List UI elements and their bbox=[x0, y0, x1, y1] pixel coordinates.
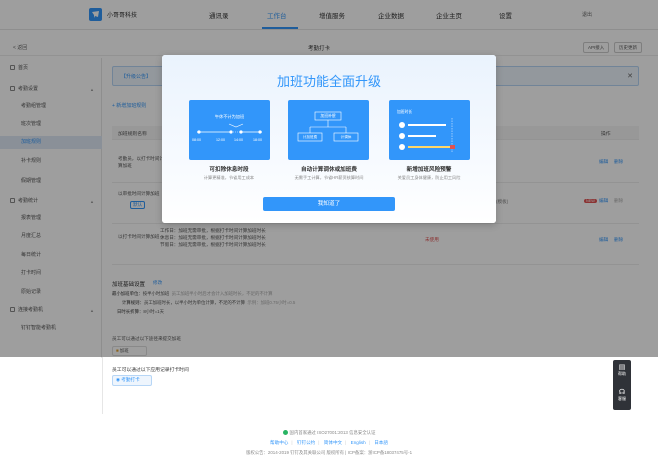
modal-title: 加班功能全面升级 bbox=[276, 74, 381, 89]
branch-label: 计加班费 bbox=[302, 135, 318, 139]
feature-desc: 计算更精准，节省用工成本 bbox=[203, 175, 255, 180]
punch-apps-note: 员工可以通过以下应用记录打卡时间 bbox=[112, 368, 189, 373]
footer-link-ja[interactable]: 日本語 bbox=[374, 440, 388, 445]
feature-title: 新增加班风险预警 bbox=[406, 167, 452, 173]
copyright: 版权公告：2014-2019 钉钉及其关联公司 版权所有 | ICP备案：浙IC… bbox=[245, 450, 413, 455]
feature-desc: 关爱员工身体健康，防止用工风险 bbox=[397, 175, 461, 180]
upgrade-modal: 加班功能全面升级 午休不计为加班 08:00 12:00 14:00 18:00 bbox=[162, 55, 496, 223]
shield-icon bbox=[282, 430, 288, 436]
feature-desc: 无需手工计算，节省HR薪资核算时间 bbox=[294, 175, 364, 180]
footer-link-en[interactable]: English bbox=[351, 440, 366, 445]
tick-label: 18:00 bbox=[253, 138, 262, 142]
help-label: 帮助 bbox=[618, 371, 626, 376]
got-it-button[interactable]: 我知道了 bbox=[263, 197, 395, 211]
punch-app-chip[interactable]: ◉ 考勤打卡 bbox=[112, 375, 152, 386]
help-doc-icon: ▤ bbox=[618, 364, 626, 371]
tick-label: 08:00 bbox=[192, 138, 201, 142]
service-button[interactable]: ☊ 客服 bbox=[613, 385, 631, 409]
panel-caption: 加班补偿 bbox=[320, 114, 336, 118]
service-label: 客服 bbox=[618, 396, 626, 401]
panel-caption: 午休不计为加班 bbox=[214, 114, 245, 119]
footer-link-help[interactable]: 帮助中心 bbox=[270, 440, 288, 445]
attendance-icon: ◉ bbox=[116, 377, 121, 382]
headset-icon: ☊ bbox=[618, 389, 626, 396]
separator: | bbox=[291, 440, 293, 445]
sidebar-divider bbox=[102, 357, 103, 414]
feature-title: 可扣除休息时段 bbox=[209, 167, 249, 173]
feature-title: 自动计算调休或加班费 bbox=[301, 167, 357, 173]
tick-label: 14:00 bbox=[234, 138, 243, 142]
footer-links: 帮助中心 | 钉钉公约 | 简体中文 | English | 日本語 bbox=[0, 440, 658, 446]
branch-label: 计调休 bbox=[340, 135, 352, 139]
security-cert: 国内首家通过 ISO27001:2013 信息安全认证 bbox=[0, 430, 658, 436]
footer-link-zh[interactable]: 简体中文 bbox=[324, 440, 342, 445]
separator: | bbox=[318, 440, 320, 445]
panel-caption: 加班时长 bbox=[397, 110, 413, 114]
footer-link-convention[interactable]: 钉钉公约 bbox=[297, 440, 315, 445]
help-button[interactable]: ▤ 帮助 bbox=[613, 360, 631, 384]
floating-helpers: ▤ 帮助 ☊ 客服 bbox=[613, 360, 631, 410]
chip-label: 考勤打卡 bbox=[121, 377, 140, 382]
tick-label: 12:00 bbox=[216, 138, 225, 142]
feature-panel-compensation: 加班补偿 计加班费 计调休 bbox=[288, 100, 369, 160]
feature-panel-break-time: 午休不计为加班 08:00 12:00 14:00 18:00 bbox=[189, 100, 270, 160]
security-cert-text: 国内首家通过 ISO27001:2013 信息安全认证 bbox=[289, 430, 376, 435]
separator: | bbox=[368, 440, 370, 445]
feature-panel-risk: 加班时长 bbox=[389, 100, 470, 160]
separator: | bbox=[345, 440, 347, 445]
